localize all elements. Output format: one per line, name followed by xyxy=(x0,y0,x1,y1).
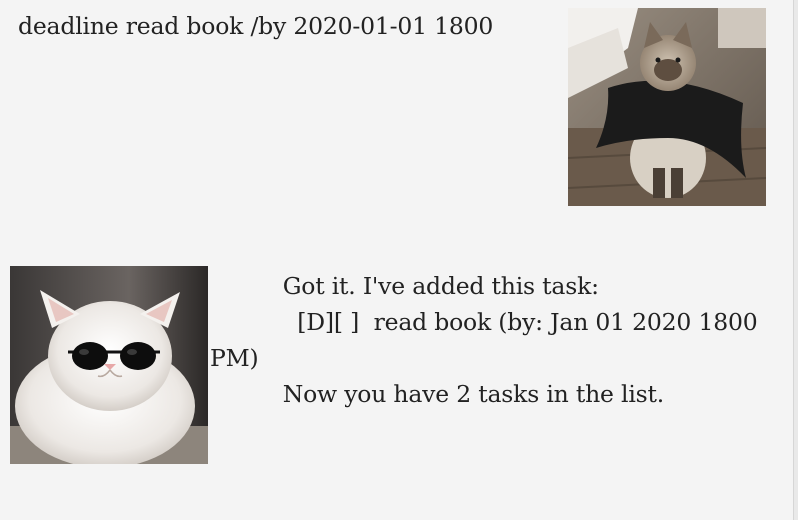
white-cat-with-sunglasses-icon xyxy=(10,266,208,464)
duke-message-text: Got it. I've added this task: [D][ ] rea… xyxy=(210,272,758,408)
duke-dialog-row: Got it. I've added this task: [D][ ] rea… xyxy=(0,0,798,520)
duke-avatar xyxy=(10,266,208,464)
